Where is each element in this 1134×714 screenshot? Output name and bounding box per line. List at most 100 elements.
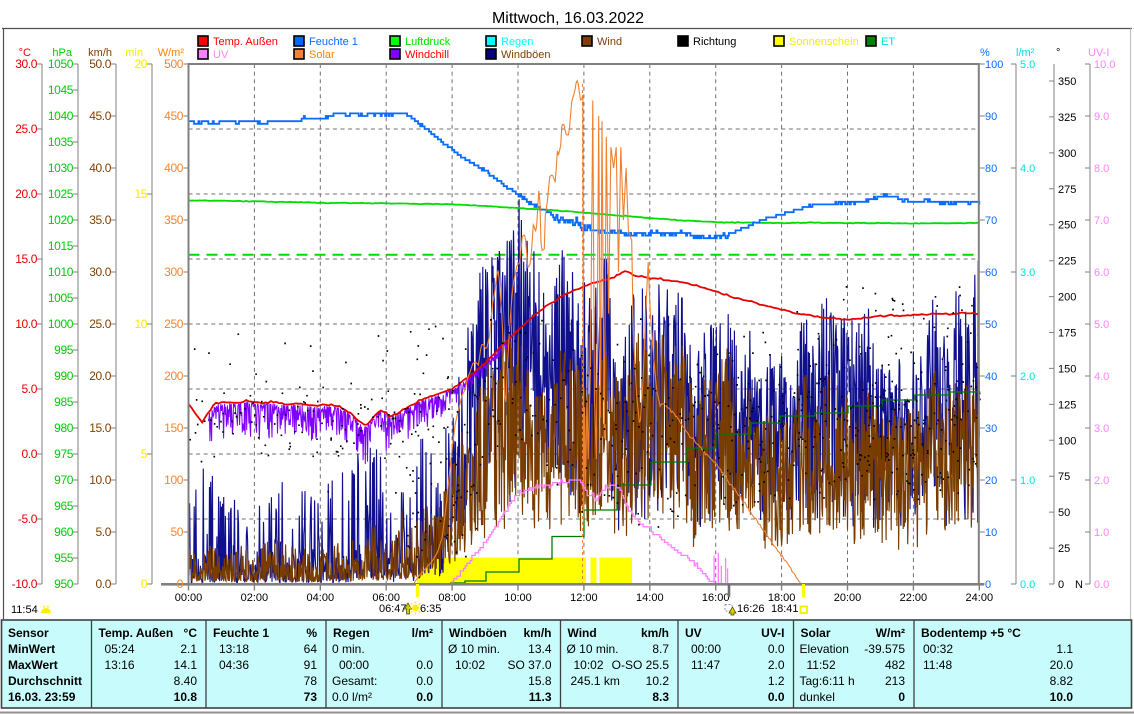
svg-text:75: 75 [1058, 471, 1070, 483]
svg-text:UV: UV [213, 49, 229, 61]
svg-text:15.0: 15.0 [89, 421, 111, 435]
svg-text:50.0: 50.0 [89, 57, 111, 71]
svg-text:O-SO 25.5: O-SO 25.5 [612, 658, 670, 672]
svg-text:300: 300 [164, 265, 184, 279]
svg-text:1.2: 1.2 [768, 674, 785, 688]
svg-text:20.0: 20.0 [89, 369, 111, 383]
svg-text:970: 970 [54, 473, 74, 487]
svg-text:0.0: 0.0 [1020, 579, 1035, 591]
svg-text:0.0: 0.0 [416, 690, 433, 704]
svg-text:20:00: 20:00 [834, 592, 862, 604]
svg-text:MinWert: MinWert [8, 642, 55, 656]
svg-text:0.0 l/m²: 0.0 l/m² [332, 690, 372, 704]
svg-text:0: 0 [177, 577, 184, 591]
svg-text:00:00: 00:00 [339, 658, 369, 672]
svg-text:°C: °C [184, 626, 198, 640]
svg-text:1050: 1050 [48, 57, 74, 71]
svg-text:15: 15 [134, 187, 147, 201]
svg-text:985: 985 [54, 395, 74, 409]
svg-text:0.0: 0.0 [768, 642, 785, 656]
svg-text:5.0: 5.0 [1020, 59, 1035, 71]
svg-text:45.0: 45.0 [89, 109, 111, 123]
svg-text:16:26: 16:26 [737, 603, 765, 615]
svg-text:150: 150 [1058, 363, 1076, 375]
svg-text:2.0: 2.0 [768, 658, 785, 672]
svg-text:hPa: hPa [52, 47, 72, 59]
svg-text:500: 500 [164, 57, 184, 71]
svg-text:1.0: 1.0 [1094, 527, 1109, 539]
svg-text:06:47: 06:47 [379, 603, 407, 615]
svg-text:0.0: 0.0 [768, 690, 785, 704]
svg-text:78: 78 [304, 674, 318, 688]
svg-text:6:35: 6:35 [420, 603, 441, 615]
svg-text:°C: °C [19, 47, 31, 59]
svg-text:8.0: 8.0 [1094, 163, 1109, 175]
svg-text:13:18: 13:18 [219, 642, 249, 656]
svg-text:Luftdruck: Luftdruck [405, 36, 451, 48]
svg-text:20.0: 20.0 [1050, 658, 1074, 672]
svg-text:1025: 1025 [48, 187, 74, 201]
svg-text:13:16: 13:16 [105, 658, 135, 672]
svg-text:200: 200 [1058, 292, 1076, 304]
svg-text:325: 325 [1058, 112, 1076, 124]
svg-text:Regen: Regen [501, 36, 533, 48]
svg-text:5.0: 5.0 [96, 525, 112, 539]
svg-text:10:00: 10:00 [504, 592, 532, 604]
svg-text:960: 960 [54, 525, 74, 539]
svg-text:25.0: 25.0 [15, 122, 37, 136]
svg-text:482: 482 [885, 658, 905, 672]
svg-text:40: 40 [985, 371, 997, 383]
svg-text:UV-I: UV-I [761, 626, 784, 640]
svg-text:5.0: 5.0 [1094, 319, 1109, 331]
svg-text:7.0: 7.0 [1094, 215, 1109, 227]
svg-text:Windböen: Windböen [449, 626, 507, 640]
svg-text:Mittwoch, 16.03.2022: Mittwoch, 16.03.2022 [492, 10, 644, 27]
svg-text:N: N [1075, 579, 1083, 591]
svg-text:Richtung: Richtung [693, 36, 736, 48]
svg-text:24:00: 24:00 [966, 592, 994, 604]
svg-text:100: 100 [164, 473, 184, 487]
svg-text:0 min.: 0 min. [332, 642, 365, 656]
svg-text:175: 175 [1058, 328, 1076, 340]
svg-text:UV: UV [685, 626, 702, 640]
svg-text:Solar: Solar [801, 626, 831, 640]
svg-text:1.1: 1.1 [1056, 642, 1073, 656]
svg-text:275: 275 [1058, 184, 1076, 196]
svg-text:14.1: 14.1 [174, 658, 198, 672]
svg-text:225: 225 [1058, 256, 1076, 268]
svg-text:200: 200 [164, 369, 184, 383]
svg-text:15.0: 15.0 [15, 252, 37, 266]
svg-text:990: 990 [54, 369, 74, 383]
svg-text:8.40: 8.40 [174, 674, 198, 688]
svg-text:6.0: 6.0 [1094, 267, 1109, 279]
svg-text:80: 80 [985, 163, 997, 175]
svg-text:10: 10 [985, 527, 997, 539]
svg-text:Sensor: Sensor [8, 626, 49, 640]
svg-text:km/h: km/h [88, 47, 112, 59]
svg-text:30.0: 30.0 [15, 57, 37, 71]
svg-text:10.0: 10.0 [1094, 59, 1115, 71]
svg-text:12:00: 12:00 [570, 592, 598, 604]
svg-text:00:00: 00:00 [175, 592, 203, 604]
svg-text:11:47: 11:47 [691, 658, 720, 672]
svg-text:Temp. Außen: Temp. Außen [213, 36, 278, 48]
svg-text:22:00: 22:00 [900, 592, 928, 604]
svg-text:9.0: 9.0 [1094, 111, 1109, 123]
svg-text:2.0: 2.0 [1094, 475, 1109, 487]
svg-text:-5.0: -5.0 [18, 512, 38, 526]
svg-text:05:24: 05:24 [105, 642, 135, 656]
svg-text:Wind: Wind [597, 36, 622, 48]
svg-text:350: 350 [164, 213, 184, 227]
svg-text:0.0: 0.0 [96, 577, 112, 591]
svg-text:64: 64 [304, 642, 318, 656]
svg-text:10.0: 10.0 [89, 473, 111, 487]
svg-text:3.0: 3.0 [1020, 267, 1035, 279]
svg-text:SO 37.0: SO 37.0 [507, 658, 551, 672]
svg-text:10.2: 10.2 [646, 674, 670, 688]
svg-text:1.0: 1.0 [1020, 475, 1035, 487]
svg-text:150: 150 [164, 421, 184, 435]
svg-text:1015: 1015 [48, 239, 74, 253]
svg-text:Wind: Wind [568, 626, 597, 640]
svg-text:Ø 10 min.: Ø 10 min. [448, 642, 500, 656]
svg-text:125: 125 [1058, 399, 1076, 411]
